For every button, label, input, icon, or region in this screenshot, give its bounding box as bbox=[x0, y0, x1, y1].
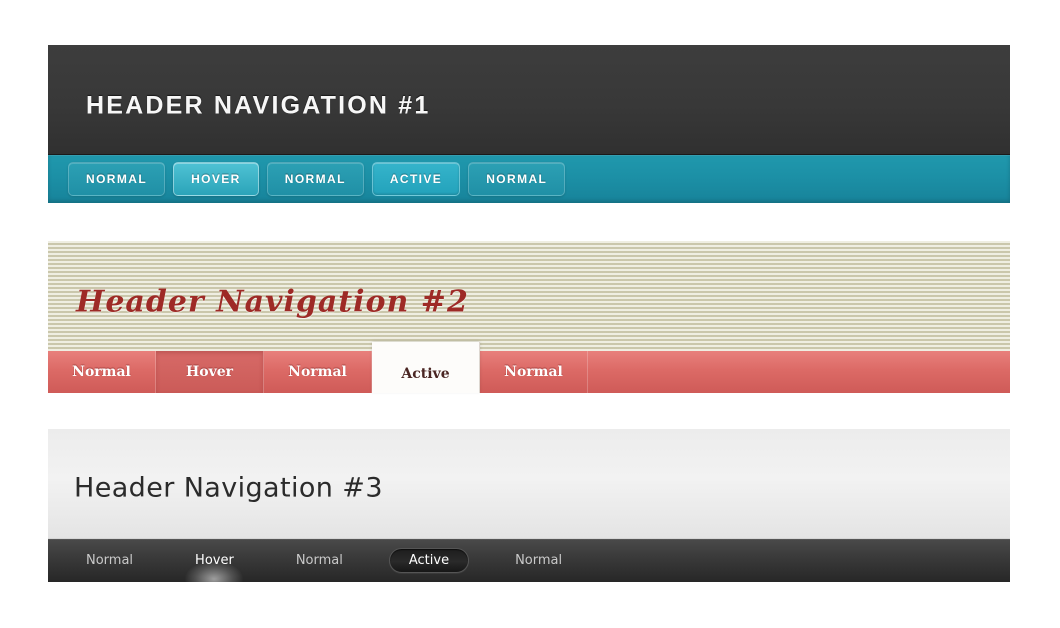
page-title: Header Navigation #3 bbox=[74, 472, 383, 504]
header-navigation-showcase: HEADER NAVIGATION #1 NORMAL HOVER NORMAL… bbox=[48, 45, 1010, 582]
nav2-item-normal-3[interactable]: Normal bbox=[480, 351, 588, 393]
header-navigation-3-banner: Header Navigation #3 bbox=[48, 429, 1010, 539]
nav3-item-active[interactable]: Active bbox=[388, 548, 470, 573]
nav3-item-hover[interactable]: Hover bbox=[179, 548, 250, 573]
nav3-item-normal-2[interactable]: Normal bbox=[280, 548, 359, 573]
page-title: HEADER NAVIGATION #1 bbox=[86, 91, 431, 120]
header-navigation-2-section: Header Navigation #2 Normal Hover Normal… bbox=[48, 241, 1010, 393]
nav1-item-normal-2[interactable]: NORMAL bbox=[266, 162, 364, 196]
nav3-item-normal-1[interactable]: Normal bbox=[70, 548, 149, 573]
nav1-item-hover[interactable]: HOVER bbox=[173, 162, 259, 196]
header-navigation-2-banner: Header Navigation #2 bbox=[48, 241, 1010, 351]
nav1-item-normal-1[interactable]: NORMAL bbox=[68, 162, 166, 196]
nav2-item-hover[interactable]: Hover bbox=[156, 351, 264, 393]
nav1-item-normal-3[interactable]: NORMAL bbox=[468, 162, 566, 196]
nav3-item-normal-3[interactable]: Normal bbox=[499, 548, 578, 573]
page-title: Header Navigation #2 bbox=[76, 284, 469, 320]
header-navigation-1-banner: HEADER NAVIGATION #1 bbox=[48, 45, 1010, 155]
nav2-item-active[interactable]: Active bbox=[372, 342, 480, 393]
nav2-item-normal-1[interactable]: Normal bbox=[48, 351, 156, 393]
header-navigation-3-section: Header Navigation #3 Normal Hover Normal… bbox=[48, 429, 1010, 582]
header-navigation-2-navbar: Normal Hover Normal Active Normal bbox=[48, 342, 1010, 393]
nav1-item-active[interactable]: ACTIVE bbox=[371, 162, 461, 196]
header-navigation-1-navbar: NORMAL HOVER NORMAL ACTIVE NORMAL bbox=[48, 155, 1010, 203]
header-navigation-1-section: HEADER NAVIGATION #1 NORMAL HOVER NORMAL… bbox=[48, 45, 1010, 203]
header-navigation-3-navbar: Normal Hover Normal Active Normal bbox=[48, 539, 1010, 582]
nav2-item-normal-2[interactable]: Normal bbox=[264, 351, 372, 393]
